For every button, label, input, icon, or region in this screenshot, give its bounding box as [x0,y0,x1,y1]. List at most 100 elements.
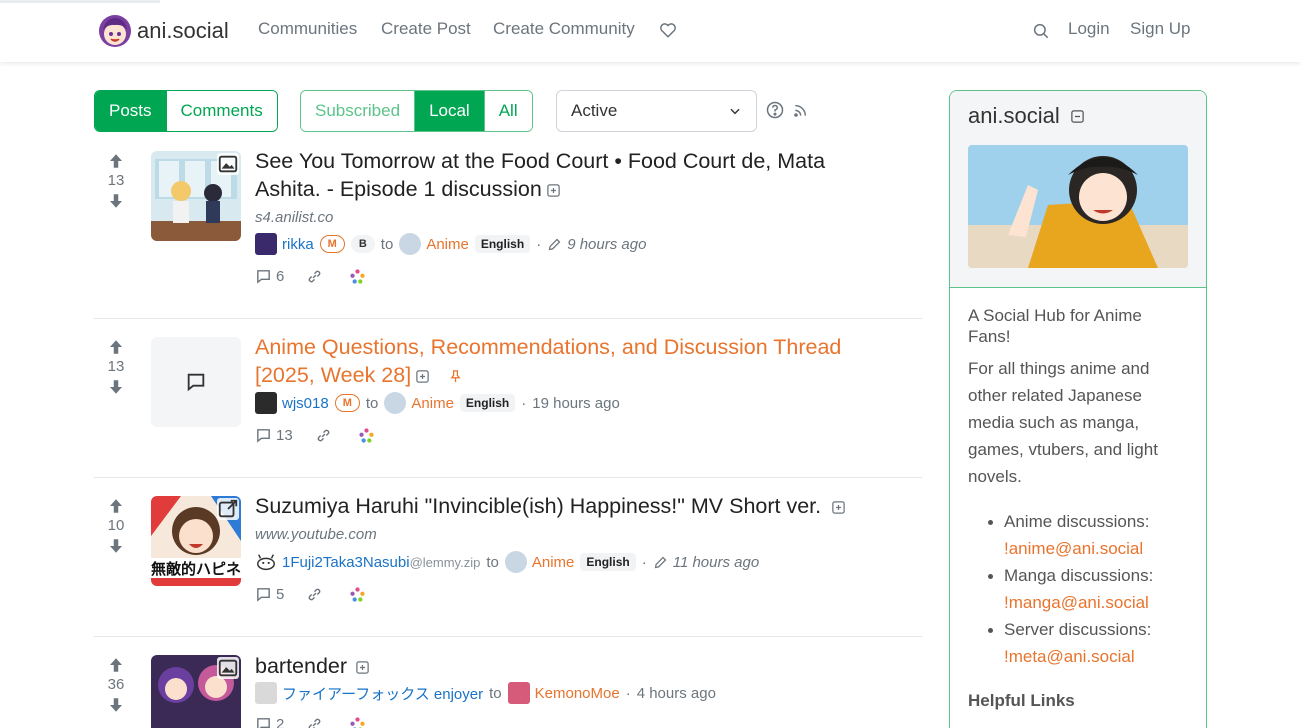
text-post-comment-icon [187,373,205,392]
comments-button[interactable]: 2 [255,716,284,728]
comments-button[interactable]: 5 [255,586,284,603]
community-link[interactable]: KemonoMoe [535,685,620,702]
list-item-label: Manga discussions: [1004,566,1154,585]
nav-communities[interactable]: Communities [258,19,357,39]
link-button[interactable] [306,268,327,285]
post-title[interactable]: bartender [255,654,875,680]
expand-plus-icon[interactable] [355,660,370,675]
link-icon [308,270,321,283]
post-thumbnail[interactable] [151,151,241,241]
language-badge: English [474,235,531,253]
community-link[interactable]: Anime [411,395,454,412]
link-button[interactable] [315,427,336,444]
sidebar-community-list: Anime discussions: !anime@ani.social Man… [968,508,1188,670]
collapse-minus-icon[interactable] [1070,109,1085,124]
list-item: Server discussions: !meta@ani.social [986,616,1188,670]
upvote-arrow-icon[interactable] [107,497,125,515]
manga-community-link[interactable]: !manga@ani.social [1004,593,1149,612]
anime-community-link[interactable]: !anime@ani.social [1004,539,1143,558]
comments-button[interactable]: 6 [255,268,284,285]
heart-icon[interactable] [659,21,677,39]
comment-icon [257,718,270,728]
downvote-arrow-icon[interactable] [107,537,125,555]
author-link[interactable]: 1Fuji2Taka3Nasubi [282,554,410,571]
community-link[interactable]: Anime [426,236,469,253]
expand-plus-icon[interactable] [415,369,430,384]
post-thumbnail[interactable] [151,655,241,728]
brand-link[interactable]: ani.social [98,14,229,48]
comment-count: 13 [276,427,293,444]
post-title-text: Anime Questions, Recommendations, and Di… [255,335,842,387]
author-link[interactable]: ファイアーフォックス enjoyer [282,683,483,704]
link-button[interactable] [306,716,327,728]
local-tab[interactable]: Local [415,91,485,131]
upvote-arrow-icon[interactable] [107,338,125,356]
community-link[interactable]: Anime [532,554,575,571]
comment-icon [257,429,270,443]
post-title[interactable]: See You Tomorrow at the Food Court • Foo… [255,147,875,203]
sidebar-banner [968,145,1188,268]
lemmy-avatar-icon [257,554,275,571]
posts-tab[interactable]: Posts [95,91,167,131]
downvote-arrow-icon[interactable] [107,378,125,396]
author-link[interactable]: wjs018 [282,395,329,412]
moderator-badge: M [334,394,360,412]
pencil-icon [548,238,561,250]
author-link[interactable]: rikka [282,236,314,253]
fediverse-button[interactable] [349,268,370,285]
signup-link[interactable]: Sign Up [1130,19,1190,39]
subscribed-tab[interactable]: Subscribed [301,91,416,131]
fediverse-button[interactable] [358,427,379,444]
expand-plus-icon[interactable] [546,183,561,198]
all-tab[interactable]: All [484,91,532,131]
post-listing: 10 無敵的ハピネ Suzumiya Haruhi "Invincible(is… [94,492,922,635]
sort-select[interactable]: Active [556,90,757,132]
meta-community-link[interactable]: !meta@ani.social [1004,647,1135,666]
nav-create-community[interactable]: Create Community [493,19,635,39]
link-icon [317,429,330,442]
comment-icon [257,588,270,602]
vote-column: 36 [102,656,130,714]
link-button[interactable] [306,586,327,603]
site-sidebar: ani.social A Social Hub for Anime Fans! … [949,90,1207,728]
downvote-arrow-icon[interactable] [107,192,125,210]
question-circle-icon[interactable] [766,101,784,119]
post-thumbnail[interactable]: 無敵的ハピネ [151,496,241,586]
post-title[interactable]: Anime Questions, Recommendations, and Di… [255,333,875,389]
comments-button[interactable]: 13 [255,427,293,444]
search-icon[interactable] [1032,22,1050,40]
fediverse-icon [350,587,365,602]
downvote-arrow-icon[interactable] [107,696,125,714]
fediverse-button[interactable] [349,586,370,603]
expand-plus-icon[interactable] [831,500,846,515]
nav-create-post[interactable]: Create Post [381,19,471,39]
comments-tab[interactable]: Comments [166,91,277,131]
post-domain[interactable]: www.youtube.com [255,526,377,543]
community-avatar [384,392,407,414]
fediverse-button[interactable] [349,716,370,728]
post-actions: 13 [255,427,401,444]
post-title[interactable]: Suzumiya Haruhi "Invincible(ish) Happine… [255,492,875,520]
sidebar-header: ani.social [950,91,1206,288]
post-domain[interactable]: s4.anilist.co [255,209,333,226]
vote-column: 13 [102,152,130,210]
upvote-arrow-icon[interactable] [107,152,125,170]
community-avatar [504,551,527,573]
post-divider [94,477,922,478]
login-link[interactable]: Login [1068,19,1110,39]
post-title-text: See You Tomorrow at the Food Court • Foo… [255,149,826,201]
language-badge: English [580,553,636,571]
list-item-label: Anime discussions: [1004,512,1150,531]
post-time: 11 hours ago [672,553,760,571]
post-listing: 36 bartender ファイアーフォックス enjoyer to Kemon… [94,654,922,728]
to-label: to [489,684,502,702]
language-badge: English [459,394,516,412]
post-thumbnail[interactable] [151,337,241,427]
rss-icon[interactable] [792,103,808,119]
to-label: to [365,394,379,412]
post-actions: 6 [255,268,392,285]
post-divider [94,318,922,319]
upvote-arrow-icon[interactable] [107,656,125,674]
post-listing: 13 Anime Questions, Recommendations, and… [94,333,922,476]
dot-separator: · [536,235,542,253]
